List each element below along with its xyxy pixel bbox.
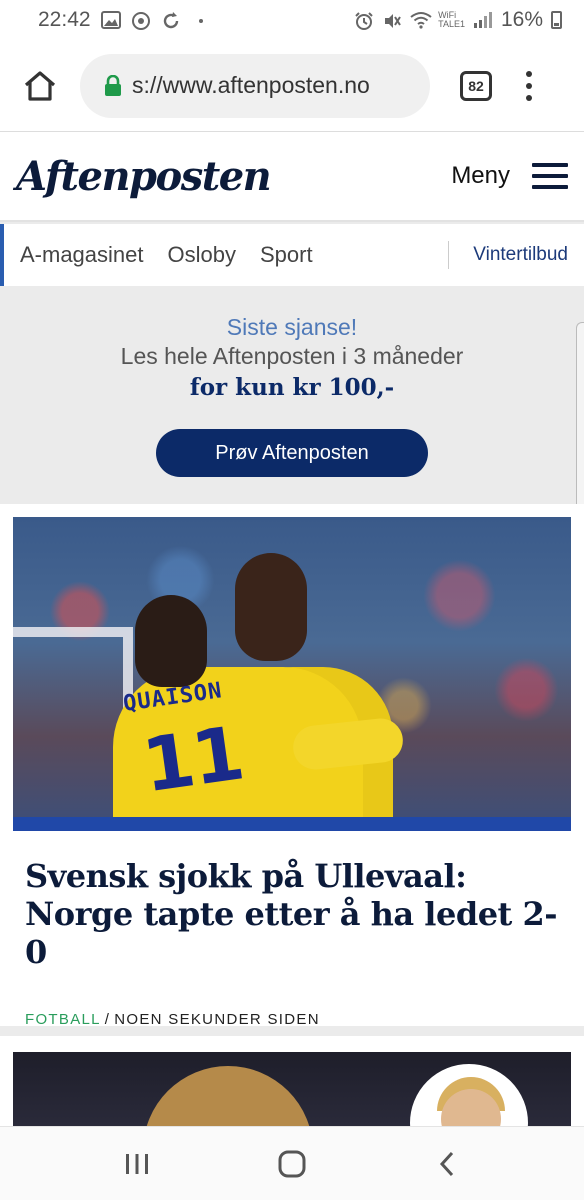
wifi-calling-label: WiFi TALE1	[438, 11, 465, 29]
article-card-2[interactable]	[0, 1036, 584, 1182]
menu-label: Meny	[451, 162, 510, 189]
battery-icon	[551, 11, 562, 29]
section-nav: A-magasinet Osloby Sport Vintertilbud	[0, 224, 584, 286]
kebab-dot	[526, 82, 532, 89]
status-left: 22:42	[38, 8, 211, 32]
sync-target-icon	[131, 11, 151, 30]
try-aftenposten-button[interactable]: Prøv Aftenposten	[156, 429, 428, 477]
home-icon	[24, 70, 56, 101]
tab-count: 82	[468, 77, 484, 94]
promo-line-1: Siste sjanse!	[226, 314, 358, 340]
refresh-icon	[161, 11, 181, 29]
site-logo[interactable]: Aftenposten	[16, 153, 272, 200]
battery-percent: 16%	[500, 8, 543, 31]
kebab-dot	[526, 94, 532, 101]
home-nav-button[interactable]	[272, 1144, 312, 1184]
wifi-icon	[410, 11, 432, 29]
article-timestamp: NOEN SEKUNDER SIDEN	[114, 1011, 320, 1028]
status-bar: 22:42 WiFi TALE1 16%	[0, 0, 584, 40]
kebab-dot	[526, 70, 532, 77]
article-image[interactable]: QUAISON 11	[13, 517, 571, 831]
image-icon	[100, 11, 121, 29]
dot-icon	[191, 11, 211, 29]
address-bar[interactable]: s://www.aftenposten.no	[80, 53, 430, 118]
article-headline[interactable]: Svensk sjokk på Ullevaal: Norge tapte et…	[25, 857, 559, 971]
hamburger-icon	[532, 163, 568, 189]
meta-separator: /	[104, 1011, 111, 1028]
mute-icon	[382, 11, 402, 29]
url-text: s://www.aftenposten.no	[132, 72, 370, 98]
article-category[interactable]: FOTBALL	[25, 1011, 101, 1028]
recent-apps-button[interactable]	[117, 1144, 157, 1184]
promo-line-3: for kun kr 100,-	[189, 374, 395, 401]
nav-item-a-magasinet[interactable]: A-magasinet	[20, 242, 144, 268]
status-time: 22:42	[38, 8, 91, 31]
back-icon	[439, 1151, 453, 1176]
jersey-number: 11	[137, 710, 248, 810]
back-button[interactable]	[427, 1144, 467, 1184]
browser-toolbar: s://www.aftenposten.no 82	[0, 40, 584, 132]
alarm-icon	[354, 11, 374, 30]
nav-item-vintertilbud[interactable]: Vintertilbud	[473, 244, 568, 266]
home-circle-icon	[278, 1150, 306, 1177]
recent-apps-icon	[126, 1153, 149, 1174]
overflow-menu-button[interactable]	[524, 70, 534, 101]
article-card[interactable]: QUAISON 11 Svensk sjokk på Ullevaal: Nor…	[0, 504, 584, 1028]
player-head	[235, 553, 307, 661]
signal-icon	[473, 11, 493, 29]
player-head	[135, 595, 207, 687]
nav-item-osloby[interactable]: Osloby	[168, 242, 236, 268]
menu-button[interactable]: Meny	[451, 162, 568, 190]
promo-line-2: Les hele Aftenposten i 3 måneder	[120, 343, 464, 369]
article-meta: FOTBALL / NOEN SEKUNDER SIDEN	[25, 1011, 559, 1028]
wifi-label-bottom: TALE1	[438, 19, 465, 29]
system-nav-bar	[0, 1126, 584, 1200]
lock-icon	[105, 74, 121, 96]
home-button[interactable]	[20, 66, 60, 106]
nav-item-sport[interactable]: Sport	[260, 242, 313, 268]
nav-divider	[448, 241, 450, 269]
subscription-promo: Siste sjanse! Les hele Aftenposten i 3 m…	[0, 286, 584, 504]
pitch-band	[13, 817, 571, 831]
person-hair	[143, 1066, 313, 1126]
site-header: Aftenposten Meny	[0, 132, 584, 222]
status-right: WiFi TALE1 16%	[354, 8, 562, 32]
tab-switcher-button[interactable]: 82	[460, 70, 492, 101]
